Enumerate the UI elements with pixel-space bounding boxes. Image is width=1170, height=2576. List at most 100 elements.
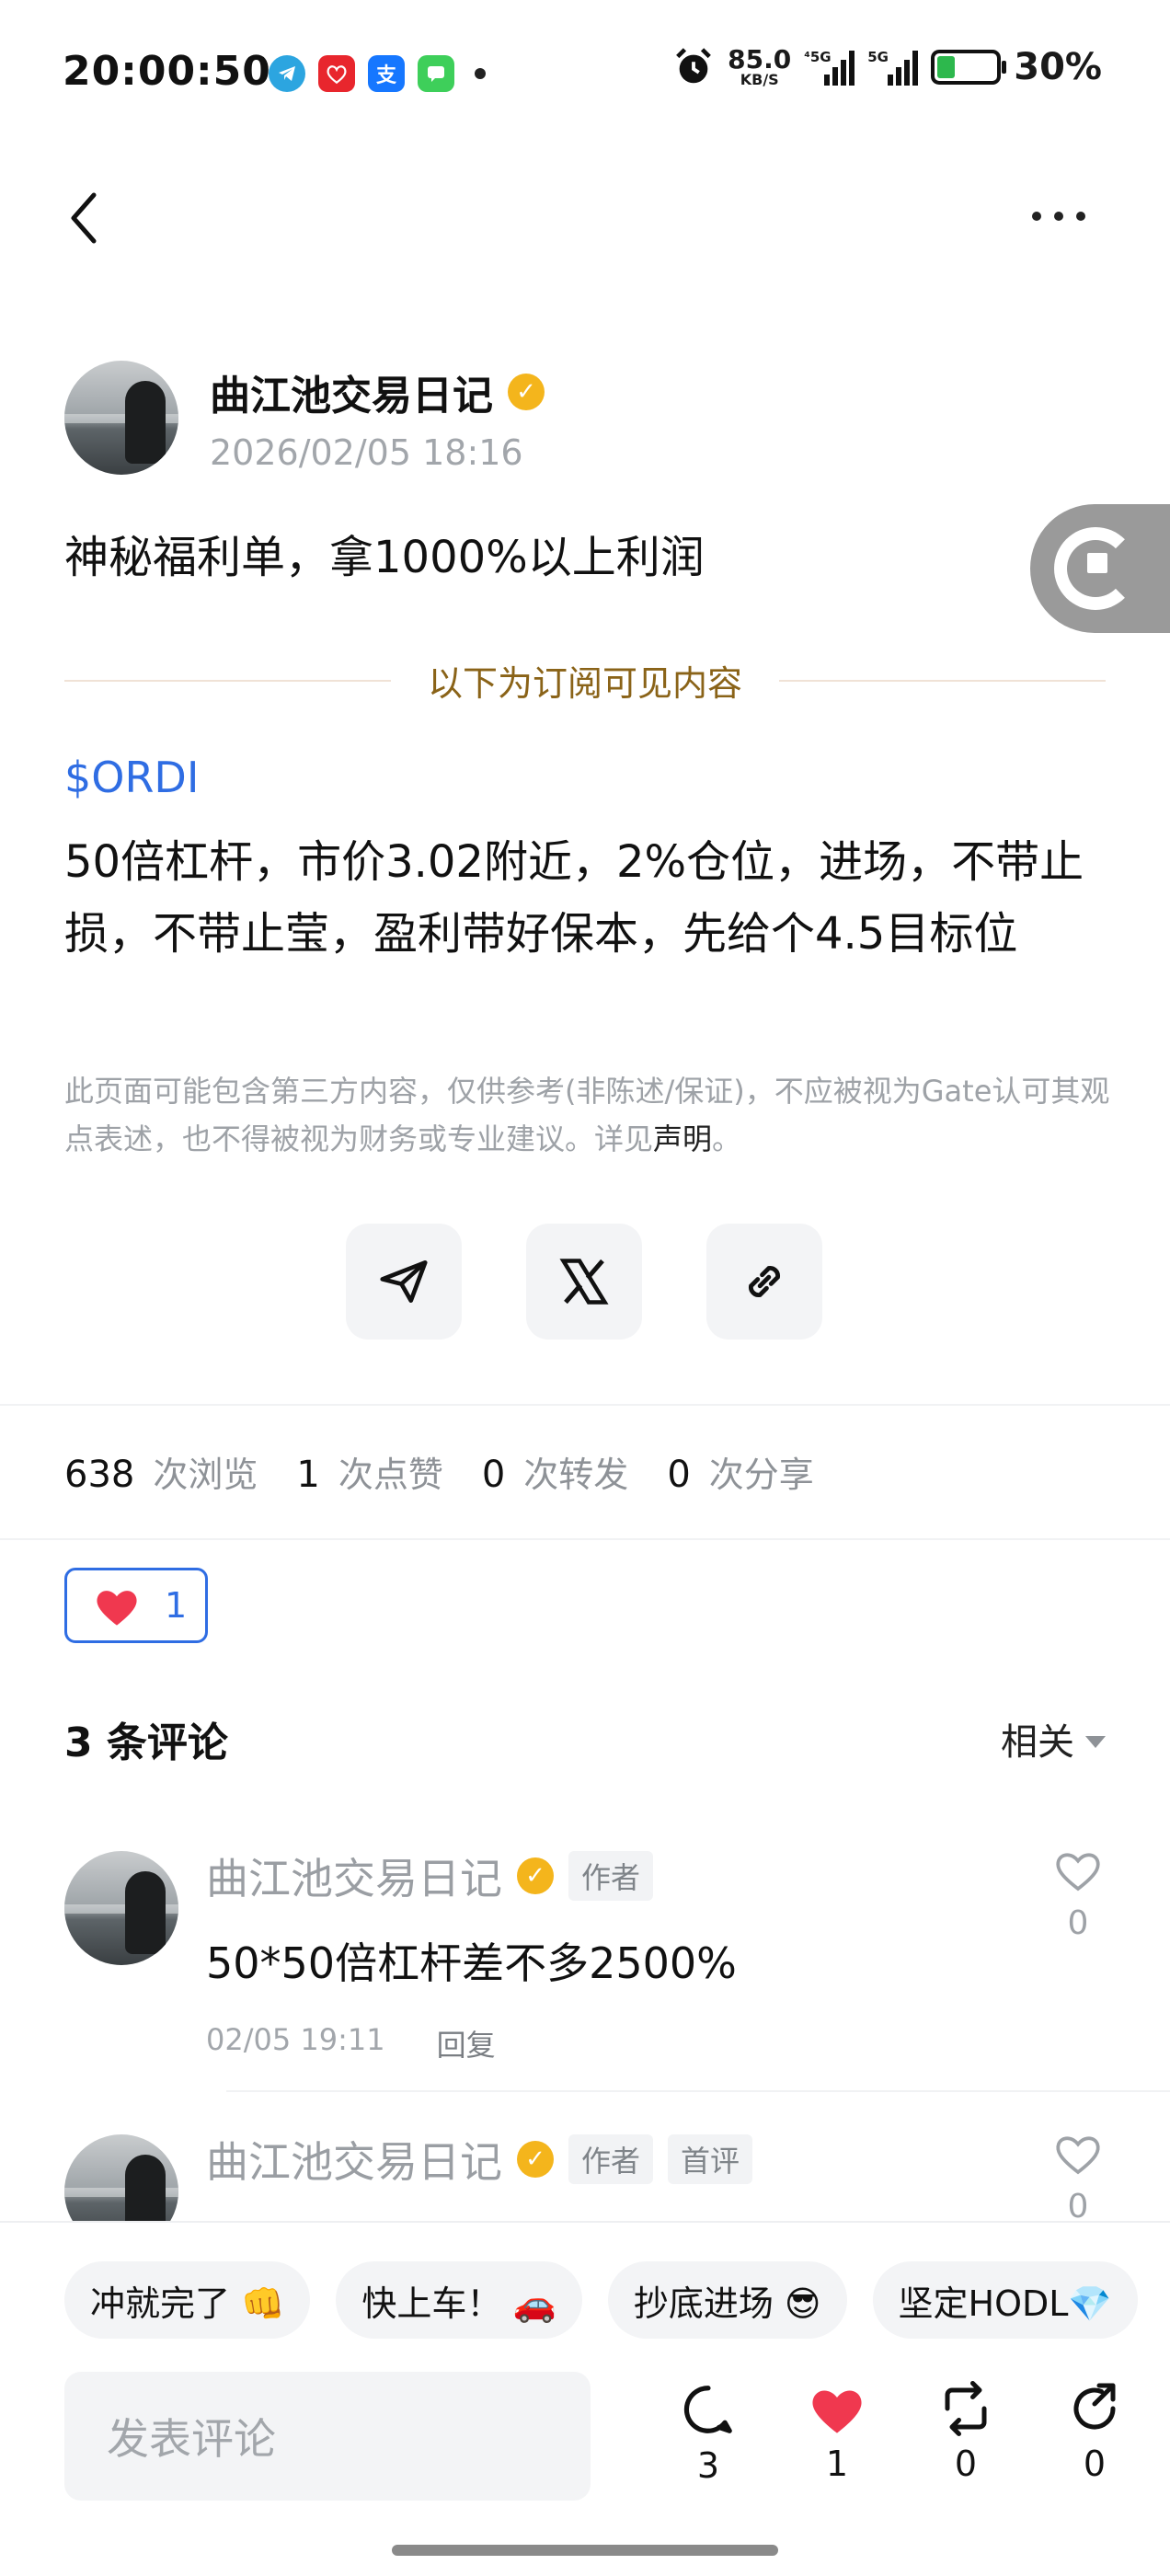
author-tag: 作者 [568, 2134, 654, 2184]
subscriber-divider: 以下为订阅可见内容 [64, 655, 1107, 706]
verified-badge-icon: ✓ [508, 374, 545, 410]
comment-action-count: 3 [696, 2445, 720, 2486]
quick-reply-chip[interactable]: 坚定HODL💎 [872, 2261, 1138, 2339]
post-author[interactable]: 曲江池交易日记 ✓ 2026/02/05 18:16 [64, 361, 545, 475]
share-action-count: 0 [1083, 2444, 1107, 2484]
quick-reply-chip[interactable]: 冲就完了 👊 [64, 2261, 311, 2339]
author-name[interactable]: 曲江池交易日记 [210, 362, 493, 421]
post-actions: 3 1 0 0 [644, 2381, 1159, 2486]
verified-badge-icon: ✓ [517, 2141, 554, 2178]
sim2-signal-icon: 5G [867, 49, 919, 86]
telegram-icon [269, 55, 305, 92]
comments-header: 3 条评论 相关 [64, 1709, 1106, 1768]
comment-like-count: 0 [1067, 2188, 1089, 2225]
floating-gate-button[interactable] [1030, 504, 1170, 633]
more-horizontal-icon [1032, 212, 1041, 221]
post-title: 神秘福利单，拿1000%以上利润 [64, 532, 705, 583]
notification-more-dot [475, 68, 486, 79]
reposts-count: 0 [481, 1454, 506, 1496]
like-count: 1 [165, 1585, 188, 1626]
likes-label: 次点赞 [338, 1455, 443, 1495]
share-row [346, 1224, 822, 1340]
status-bar: 20:00:50 支 85.0 KB/S ⁴5G 5G 30% [0, 0, 1170, 147]
shares-count: 0 [667, 1454, 691, 1496]
heart-outline-icon [1056, 1853, 1100, 1892]
comment-text: 50*50倍杠杆差不多2500% [206, 1938, 737, 1988]
post-body: 50倍杠杆，市价3.02附近，2%仓位，进场，不带止损，不带止莹，盈利带好保本，… [64, 836, 1084, 960]
disclaimer-link[interactable]: 声明 [653, 1121, 712, 1156]
comments-sort-dropdown[interactable]: 相关 [1001, 1712, 1106, 1765]
x-share-icon [559, 1259, 609, 1305]
battery-icon [931, 50, 1007, 85]
gate-logo-icon [1054, 527, 1137, 610]
copy-link-button[interactable] [706, 1224, 822, 1340]
verified-badge-icon: ✓ [517, 1857, 554, 1894]
likes-count: 1 [296, 1454, 320, 1496]
post-stats: 638 次浏览 1 次点赞 0 次转发 0 次分享 [64, 1446, 853, 1497]
like-action-count: 1 [825, 2444, 849, 2484]
status-app-icons: 支 [269, 55, 486, 92]
quick-reply-chip[interactable]: 快上车！ 🚗 [336, 2261, 582, 2339]
subscriber-divider-label: 以下为订阅可见内容 [428, 663, 743, 704]
sort-label: 相关 [1001, 1721, 1074, 1764]
heart-icon [812, 2390, 862, 2433]
disclaimer-text: 此页面可能包含第三方内容，仅供参考(非陈述/保证)，不应被视为Gate认可其观点… [64, 1074, 1110, 1156]
home-indicator[interactable] [392, 2545, 778, 2556]
comment-time: 02/05 19:11 [206, 2022, 385, 2057]
views-label: 次浏览 [153, 1455, 258, 1495]
repost-icon [945, 2381, 987, 2436]
disclaimer: 此页面可能包含第三方内容，仅供参考(非陈述/保证)，不应被视为Gate认可其观点… [64, 1074, 1110, 1156]
divider [226, 2090, 1170, 2092]
telegram-share-button[interactable] [346, 1224, 462, 1340]
bottom-comment-panel: 冲就完了 👊 快上车！ 🚗 抄底进场 😎 坚定HODL💎 发表评论 3 1 0 [0, 2221, 1170, 2576]
chevron-left-icon [71, 192, 97, 244]
like-button[interactable]: 1 [64, 1568, 208, 1643]
comment-like-button[interactable]: 0 [1050, 1846, 1106, 1942]
taobao-icon [318, 55, 355, 92]
heart-icon [97, 1591, 137, 1626]
status-indicators: 85.0 KB/S ⁴5G 5G 30% [672, 46, 1102, 88]
comment-author-name[interactable]: 曲江池交易日记 [206, 2129, 502, 2190]
share-action-button[interactable]: 0 [1030, 2381, 1159, 2486]
post-date: 2026/02/05 18:16 [210, 432, 523, 473]
reply-button[interactable]: 回复 [437, 2022, 496, 2064]
battery-percentage: 30% [1014, 46, 1102, 88]
share-icon [1073, 2383, 1116, 2430]
divider [0, 1538, 1170, 1540]
quick-reply-chips: 冲就完了 👊 快上车！ 🚗 抄底进场 😎 坚定HODL💎 [64, 2261, 1138, 2339]
comment-item: 曲江池交易日记 ✓ 作者 50*50倍杠杆差不多2500% 02/05 19:1… [64, 1846, 1113, 2063]
x-share-button[interactable] [526, 1224, 642, 1340]
comments-title: 3 条评论 [64, 1719, 228, 1766]
views-count: 638 [64, 1454, 135, 1496]
shares-label: 次分享 [708, 1455, 814, 1495]
repost-action-count: 0 [954, 2444, 978, 2484]
comment-like-button[interactable]: 0 [1050, 2129, 1106, 2225]
sim1-signal-icon: ⁴5G [804, 49, 855, 86]
caret-down-icon [1085, 1735, 1106, 1748]
messages-icon [418, 55, 454, 92]
telegram-share-icon [380, 1260, 428, 1303]
author-tag: 作者 [568, 1851, 654, 1901]
comment-author-name[interactable]: 曲江池交易日记 [206, 1846, 502, 1906]
network-speed: 85.0 KB/S [728, 44, 792, 88]
top-nav [0, 166, 1170, 276]
repost-action-button[interactable]: 0 [901, 2381, 1030, 2486]
alarm-icon [676, 48, 712, 84]
alipay-icon: 支 [368, 55, 405, 92]
status-time: 20:00:50 [63, 48, 271, 95]
avatar[interactable] [64, 1851, 178, 1965]
comment-bubble-icon [683, 2386, 732, 2433]
quick-reply-chip[interactable]: 抄底进场 😎 [607, 2261, 847, 2339]
like-action-button[interactable]: 1 [773, 2381, 901, 2486]
more-options-button[interactable] [1032, 193, 1106, 239]
reposts-label: 次转发 [523, 1455, 629, 1495]
comment-like-count: 0 [1067, 1904, 1089, 1942]
comment-action-button[interactable]: 3 [644, 2381, 773, 2486]
divider [0, 1404, 1170, 1406]
ticker-link[interactable]: $ORDI [64, 753, 199, 802]
avatar[interactable] [64, 361, 178, 475]
back-button[interactable] [59, 186, 114, 250]
comment-input[interactable]: 发表评论 [64, 2372, 591, 2501]
heart-outline-icon [1056, 2136, 1100, 2175]
copy-link-icon [749, 1266, 780, 1297]
